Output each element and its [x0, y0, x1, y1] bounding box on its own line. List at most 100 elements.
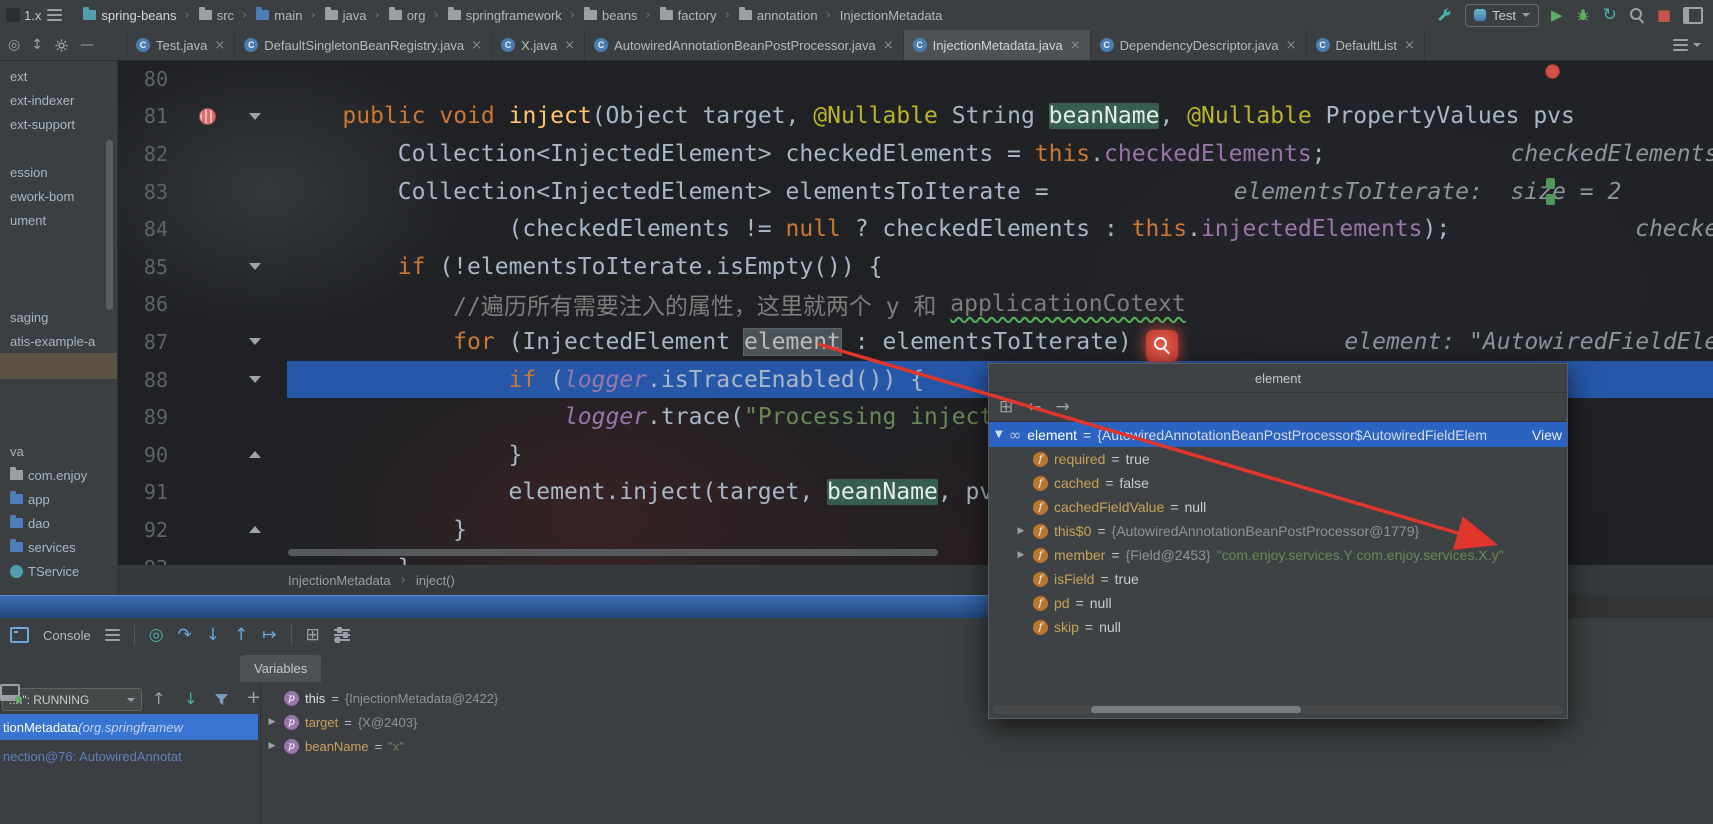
project-tree-item[interactable]: ext-indexer [0, 88, 117, 112]
editor-gutter[interactable]: 85 [118, 248, 287, 286]
run-button[interactable]: ▶ [1551, 7, 1563, 23]
debug-window-header[interactable] [0, 595, 988, 618]
breadcrumb-item[interactable]: › src [179, 7, 237, 23]
fold-marker-icon[interactable] [246, 376, 264, 383]
close-icon[interactable]: × [1404, 38, 1415, 53]
project-tree-item[interactable]: saging [0, 305, 117, 329]
popup-field-row[interactable]: ▶ f pd = null [989, 591, 1567, 615]
settings-icon[interactable] [333, 627, 350, 643]
project-tree-item[interactable]: app [0, 487, 117, 511]
editor-gutter[interactable]: 82 [118, 135, 287, 173]
fold-marker-icon[interactable] [246, 338, 264, 345]
close-icon[interactable]: × [564, 38, 575, 53]
step-into-icon[interactable]: ↓ [206, 626, 220, 644]
expand-icon[interactable]: ▶ [266, 717, 278, 727]
evaluate-expression-icon[interactable]: ⊞ [306, 626, 320, 644]
breakpoint-zone[interactable] [168, 184, 246, 199]
frame-down-icon[interactable]: ↓ [184, 691, 197, 707]
project-tree-item[interactable]: services [0, 535, 117, 559]
layout-menu-icon[interactable] [104, 629, 120, 641]
debug-button[interactable] [1575, 7, 1591, 23]
add-watch-icon[interactable]: + [246, 689, 261, 707]
popup-field-row[interactable]: ▶ f this$0 = {AutowiredAnnotationBeanPos… [989, 519, 1567, 543]
stop-button[interactable]: ■ [1657, 7, 1671, 23]
editor-gutter[interactable]: 92 [118, 511, 287, 549]
variable-row[interactable]: ▶ p this = {InjectionMetadata@2422} [266, 686, 498, 710]
popup-field-row[interactable]: ▶ f cachedFieldValue = null [989, 495, 1567, 519]
editor-tab[interactable]: C Test.java × [127, 30, 236, 60]
breadcrumb-item[interactable]: › org [369, 7, 428, 23]
popup-scrollbar-track[interactable] [993, 705, 1563, 714]
step-out-icon[interactable]: ↑ [234, 626, 248, 644]
close-icon[interactable]: × [1286, 38, 1297, 53]
fold-marker-icon[interactable] [246, 451, 264, 458]
editor-gutter[interactable]: 83 [118, 173, 287, 211]
breakpoint-zone[interactable] [168, 485, 246, 500]
show-execution-point-icon[interactable]: ◎ [149, 626, 164, 644]
project-tree-item[interactable]: ession [0, 160, 117, 184]
breakpoint-zone[interactable] [168, 447, 246, 462]
search-icon[interactable] [1146, 330, 1178, 362]
breakpoint-icon[interactable] [198, 107, 216, 125]
editor-gutter[interactable]: 89 [118, 398, 287, 436]
project-tree-item[interactable]: ext [0, 64, 117, 88]
editor-gutter[interactable]: 93 [118, 549, 287, 565]
filter-icon[interactable] [214, 693, 229, 707]
hide-panel-icon[interactable]: — [80, 37, 94, 53]
close-icon[interactable]: × [1070, 38, 1081, 53]
project-tree-item[interactable]: ework-bom [0, 184, 117, 208]
tab-console[interactable]: Console [43, 628, 91, 643]
popup-field-row[interactable]: ▶ f cached = false [989, 471, 1567, 495]
collapse-icon[interactable]: ▼ [995, 429, 1003, 440]
project-tree-item[interactable] [0, 353, 117, 379]
stack-frame[interactable]: nection@76: AutowiredAnnotat [0, 744, 261, 768]
editor-gutter[interactable]: 86 [118, 286, 287, 324]
close-icon[interactable]: × [214, 38, 225, 53]
popup-field-row[interactable]: ▶ f required = true [989, 447, 1567, 471]
menu-icon[interactable] [47, 9, 63, 21]
breadcrumb-item[interactable]: › java [304, 7, 368, 23]
tab-variables[interactable]: Variables [240, 654, 322, 682]
fold-marker-icon[interactable] [246, 263, 264, 270]
popup-field-row[interactable]: ▶ f isField = true [989, 567, 1567, 591]
evaluate-icon[interactable]: ⊞ [999, 398, 1013, 416]
project-scrollbar[interactable] [106, 140, 113, 310]
breakpoint-zone[interactable] [168, 222, 246, 237]
project-tree-item[interactable]: ext-support [0, 112, 117, 136]
editor-gutter[interactable]: 90 [118, 436, 287, 474]
editor-gutter[interactable]: 81 [118, 98, 287, 136]
breakpoint-zone[interactable] [168, 410, 246, 425]
debug-tool-window-icon[interactable] [0, 684, 22, 703]
popup-title[interactable]: element [989, 364, 1567, 393]
breakpoint-zone[interactable] [168, 522, 246, 537]
tool-window-layout-icon[interactable] [1683, 6, 1703, 24]
expand-collapse-icon[interactable]: ↕ [31, 37, 43, 53]
breakpoint-zone[interactable] [168, 334, 246, 349]
project-tree-item[interactable]: TService [0, 559, 117, 583]
breakpoint-zone[interactable] [168, 259, 246, 274]
breakpoint-zone[interactable] [168, 71, 246, 86]
project-tree-item[interactable]: dao [0, 511, 117, 535]
breadcrumb-item[interactable]: › springframework [428, 7, 564, 23]
thread-dropdown[interactable]: ..n": RUNNING [2, 688, 142, 711]
popup-field-row[interactable]: ▶ f skip = null [989, 615, 1567, 639]
tab-list-menu[interactable] [1673, 30, 1713, 60]
expand-icon[interactable]: ▶ [1015, 526, 1027, 536]
editor-tab[interactable]: C X.java × [492, 30, 586, 60]
breakpoint-zone[interactable] [168, 107, 246, 125]
editor-tab[interactable]: C AutowiredAnnotationBeanPostProcessor.j… [585, 30, 904, 60]
breakpoint-zone[interactable] [168, 297, 246, 312]
fold-marker-icon[interactable] [246, 526, 264, 533]
notification-badge[interactable] [1545, 64, 1560, 79]
back-icon[interactable]: ← [1027, 398, 1041, 416]
forward-icon[interactable]: → [1056, 398, 1070, 416]
breadcrumb-item[interactable]: › annotation [719, 7, 820, 23]
project-tree-item[interactable]: com.enjoy [0, 463, 117, 487]
gear-icon[interactable] [54, 38, 69, 53]
breakpoint-zone[interactable] [168, 372, 246, 387]
breadcrumb-item[interactable]: › beans [564, 7, 640, 23]
project-tree-item[interactable]: va [0, 439, 117, 463]
rerun-debug-button[interactable]: ↻ [1603, 6, 1617, 24]
editor-gutter[interactable]: 84 [118, 210, 287, 248]
popup-row-selected[interactable]: ▼ ∞ element = {AutowiredAnnotationBeanPo… [989, 422, 1567, 447]
